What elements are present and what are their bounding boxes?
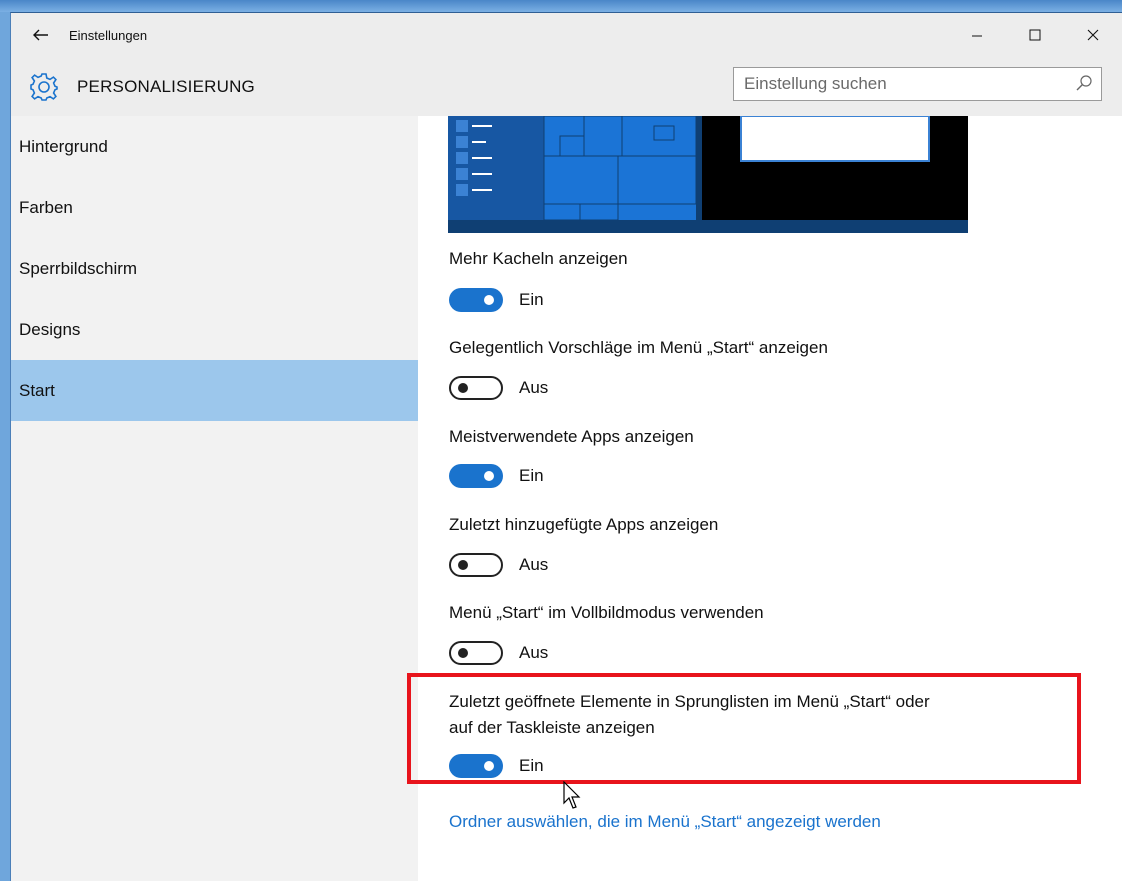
toggle-knob — [458, 383, 468, 393]
setting-more-tiles-row: Ein — [449, 287, 544, 313]
suggestions-state: Aus — [519, 378, 549, 397]
sidebar-item-farben[interactable]: Farben — [11, 177, 418, 238]
setting-most-used-row: Ein — [449, 463, 544, 489]
start-menu-preview — [448, 116, 968, 233]
toggle-knob — [458, 560, 468, 570]
search-icon[interactable] — [1075, 74, 1093, 94]
setting-most-used-label: Meistverwendete Apps anzeigen — [449, 427, 694, 446]
setting-suggestions-row: Aus — [449, 375, 548, 401]
back-button[interactable] — [11, 13, 71, 57]
more-tiles-toggle[interactable] — [449, 288, 503, 312]
start-menu-preview-image — [448, 116, 968, 233]
toggle-knob — [484, 295, 494, 305]
maximize-button[interactable] — [1006, 13, 1064, 57]
close-icon — [1087, 29, 1099, 41]
fullscreen-state: Aus — [519, 643, 549, 662]
page-header: PERSONALISIERUNG — [11, 57, 1122, 116]
sidebar-item-sperrbildschirm[interactable]: Sperrbildschirm — [11, 238, 418, 299]
setting-recently-added-row: Aus — [449, 552, 548, 578]
most-used-toggle[interactable] — [449, 464, 503, 488]
desktop-background — [0, 0, 1122, 12]
most-used-state: Ein — [519, 466, 544, 485]
mouse-pointer-icon — [563, 781, 581, 809]
gear-icon — [30, 72, 58, 101]
toggle-knob — [458, 648, 468, 658]
fullscreen-toggle[interactable] — [449, 641, 503, 665]
recently-added-toggle[interactable] — [449, 553, 503, 577]
toggle-knob — [484, 471, 494, 481]
setting-more-tiles-label: Mehr Kacheln anzeigen — [449, 249, 628, 268]
setting-suggestions-label: Gelegentlich Vorschläge im Menü „Start“ … — [449, 338, 828, 357]
search-box[interactable] — [733, 67, 1102, 101]
setting-recently-added-label: Zuletzt hinzugefügte Apps anzeigen — [449, 515, 719, 534]
setting-fullscreen-label: Menü „Start“ im Vollbildmodus verwenden — [449, 603, 764, 622]
highlight-box — [407, 673, 1081, 784]
sidebar-item-designs[interactable]: Designs — [11, 299, 418, 360]
settings-window: Einstellungen PERSONALISIERUNG Einstellu… — [10, 12, 1122, 881]
back-arrow-icon — [33, 29, 48, 41]
title-bar: Einstellungen — [11, 13, 1122, 57]
sidebar-nav: Hintergrund Farben Sperrbildschirm Desig… — [11, 116, 418, 881]
sidebar-item-hintergrund[interactable]: Hintergrund — [11, 116, 418, 177]
setting-fullscreen-row: Aus — [449, 640, 548, 666]
close-button[interactable] — [1064, 13, 1122, 57]
more-tiles-state: Ein — [519, 290, 544, 309]
recently-added-state: Aus — [519, 555, 549, 574]
minimize-icon — [972, 35, 982, 37]
window-controls — [948, 13, 1122, 57]
maximize-icon — [1029, 29, 1041, 41]
sidebar-item-start[interactable]: Start — [11, 360, 418, 421]
minimize-button[interactable] — [948, 13, 1006, 57]
page-title: PERSONALISIERUNG — [77, 76, 255, 96]
choose-folders-link[interactable]: Ordner auswählen, die im Menü „Start“ an… — [449, 812, 881, 832]
window-title: Einstellungen — [69, 27, 148, 43]
header-icon-wrap — [11, 57, 77, 116]
suggestions-toggle[interactable] — [449, 376, 503, 400]
search-input[interactable] — [734, 74, 1054, 94]
